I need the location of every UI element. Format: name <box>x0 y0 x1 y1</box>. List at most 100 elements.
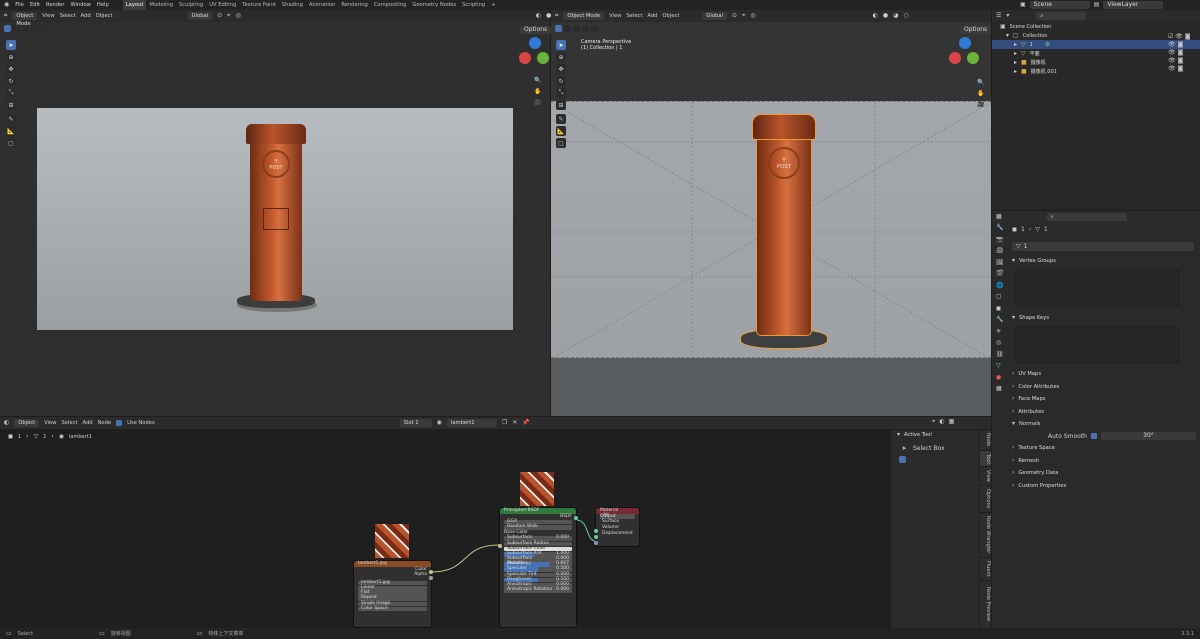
camera-view-icon[interactable]: 🎥 <box>534 100 541 106</box>
tab-shading[interactable]: Shading <box>279 0 306 10</box>
editor-type-icon[interactable]: ⌗ <box>555 13 558 19</box>
tab-geometry-nodes[interactable]: Geometry Nodes <box>409 0 459 10</box>
sidebar-tab-view[interactable]: View <box>980 467 991 486</box>
shading-rendered-icon[interactable]: ○ <box>903 13 908 19</box>
gizmo-y-icon[interactable] <box>537 52 549 64</box>
menu-render[interactable]: Render <box>46 2 64 8</box>
options-button[interactable]: Options <box>960 26 992 34</box>
world-tab-icon[interactable]: 🌐 <box>996 282 1004 289</box>
menu-select[interactable]: Select <box>626 13 642 19</box>
overlay-icon[interactable]: ◐ <box>939 419 944 425</box>
zoom-icon[interactable]: 🔍 <box>534 78 541 84</box>
viewport-left[interactable]: ⌗ Object Mode View Select Add Object Glo… <box>0 10 572 416</box>
output-tab-icon[interactable]: 🖨 <box>996 248 1004 254</box>
select-intersect-icon[interactable] <box>591 25 598 32</box>
add-cube-icon[interactable]: ▢ <box>6 138 16 148</box>
gizmo-x-icon[interactable] <box>949 52 961 64</box>
tab-texture-paint[interactable]: Texture Paint <box>239 0 278 10</box>
panel-face-maps[interactable]: › Face Maps <box>1006 394 1196 404</box>
scene-field[interactable]: Scene <box>1029 1 1090 9</box>
eye-icon[interactable]: 👁 ◙ <box>1168 50 1191 56</box>
select-box-icon[interactable]: ➤ <box>6 40 16 50</box>
rotate-icon[interactable]: ↻ <box>556 76 566 86</box>
sidebar-tab-fluent[interactable]: Fluent <box>980 558 991 580</box>
select-box-icon[interactable]: ➤ <box>899 443 909 453</box>
panel-custom-properties[interactable]: › Custom Properties <box>1006 481 1196 491</box>
proportional-icon[interactable]: ◎ <box>236 13 241 19</box>
menu-object[interactable]: Object <box>662 13 679 19</box>
add-cube-icon[interactable]: ▢ <box>556 138 566 148</box>
select-invert-icon[interactable] <box>31 25 38 32</box>
eye-icon[interactable]: 👁 ◙ <box>1168 42 1191 48</box>
volume-input-socket[interactable] <box>594 535 598 539</box>
gizmo-z-icon[interactable] <box>959 37 971 49</box>
object-tab-icon[interactable]: ◼ <box>996 305 1004 312</box>
image-texture-node[interactable]: lambert1.jpg Color Alpha lambert1.jpg Li… <box>353 560 433 628</box>
auto-smooth-angle[interactable]: 30° <box>1101 432 1196 440</box>
viewport-right[interactable]: ⌗ Object Mode View Select Add Object Glo… <box>551 10 992 416</box>
select-extend-icon[interactable] <box>908 456 915 463</box>
eye-icon[interactable]: 👁 ◙ <box>1168 58 1191 64</box>
proportional-icon[interactable]: ◎ <box>750 13 755 19</box>
bsdf-field[interactable]: Anisotropic Rotation 0.000 <box>504 588 572 593</box>
scene-tab-icon[interactable]: 🎬 <box>996 271 1004 277</box>
menu-window[interactable]: Window <box>70 2 90 8</box>
tab-layout[interactable]: Layout <box>122 0 147 10</box>
backdrop-icon[interactable]: ▦ <box>949 419 955 425</box>
transform-icon[interactable]: ⊞ <box>6 100 16 110</box>
tab-scripting[interactable]: Scripting <box>459 0 488 10</box>
navigation-gizmo[interactable] <box>949 37 979 67</box>
mode-dropdown[interactable]: Object Mode <box>12 12 38 27</box>
editor-type-icon[interactable]: ☰ <box>996 13 1001 19</box>
transform-icon[interactable]: ⊞ <box>556 100 566 110</box>
expand-chevron-icon[interactable]: ▸ <box>1014 59 1017 66</box>
pan-icon[interactable]: ✋ <box>977 91 984 97</box>
select-subtract-icon[interactable] <box>917 456 924 463</box>
mesh-name-field[interactable]: ▽ 1 <box>1012 242 1194 251</box>
panel-texture-space[interactable]: › Texture Space <box>1006 443 1196 453</box>
select-new-icon[interactable] <box>555 25 562 32</box>
panel-color-attributes[interactable]: › Color Attributes <box>1006 382 1196 392</box>
tab-modeling[interactable]: Modeling <box>146 0 176 10</box>
expand-chevron-icon[interactable]: ▸ <box>1014 68 1017 75</box>
shading-solid-icon[interactable]: ● <box>883 13 888 19</box>
menu-object[interactable]: Object <box>96 13 113 19</box>
camera-view-icon[interactable]: 🎥 <box>977 102 984 108</box>
texture-tab-icon[interactable]: ▦ <box>996 386 1004 392</box>
eye-icon[interactable]: 👁 ◙ <box>1168 66 1191 72</box>
select-extend-icon[interactable] <box>13 25 20 32</box>
pivot-icon[interactable]: ⊙ <box>732 13 737 19</box>
menu-view[interactable]: View <box>609 13 621 19</box>
collection-tab-icon[interactable]: ▢ <box>996 294 1004 300</box>
annotate-icon[interactable]: ✎ <box>556 114 566 124</box>
overlay-icon[interactable]: ◐ <box>873 13 878 19</box>
outliner-search[interactable]: ⌕ <box>1036 12 1087 20</box>
select-invert-icon[interactable] <box>926 456 933 463</box>
render-tab-icon[interactable]: 📷 <box>996 236 1004 243</box>
properties-search[interactable]: ⌕ <box>1046 213 1127 221</box>
snap-icon[interactable]: ⌖ <box>932 419 935 425</box>
color-space-dropdown[interactable]: Color Space <box>358 606 427 612</box>
cursor-icon[interactable]: ⊕ <box>6 52 16 62</box>
tab-rendering[interactable]: Rendering <box>338 0 371 10</box>
expand-chevron-icon[interactable]: ▸ <box>1014 50 1017 57</box>
active-tool-panel[interactable]: ▾ Active Tool <box>891 430 979 440</box>
principled-bsdf-node[interactable]: Principled BSDF BSDF GGX Random Walk Bas… <box>498 507 578 628</box>
options-button[interactable]: Options <box>520 26 552 34</box>
tool-tab-icon[interactable]: 🔧 <box>996 225 1004 231</box>
measure-icon[interactable]: 📐 <box>6 126 16 136</box>
orientation-dropdown[interactable]: Global <box>187 12 213 20</box>
sidebar-tab-options[interactable]: Options <box>980 486 991 512</box>
scale-icon[interactable]: ⤡ <box>6 88 16 98</box>
color-output-socket[interactable] <box>429 570 433 574</box>
menu-add[interactable]: Add <box>647 13 657 19</box>
material-tab-icon[interactable]: ● <box>996 374 1004 381</box>
tab-uv-editing[interactable]: UV Editing <box>206 0 239 10</box>
bsdf-output-socket[interactable] <box>574 516 578 520</box>
alpha-output-socket[interactable] <box>429 576 433 580</box>
panel-uv-maps[interactable]: › UV Maps <box>1006 369 1196 379</box>
vertex-groups-list[interactable] <box>1014 269 1180 307</box>
move-icon[interactable]: ✥ <box>556 64 566 74</box>
select-box-icon[interactable]: ➤ <box>556 40 566 50</box>
panel-remesh[interactable]: › Remesh <box>1006 456 1196 466</box>
